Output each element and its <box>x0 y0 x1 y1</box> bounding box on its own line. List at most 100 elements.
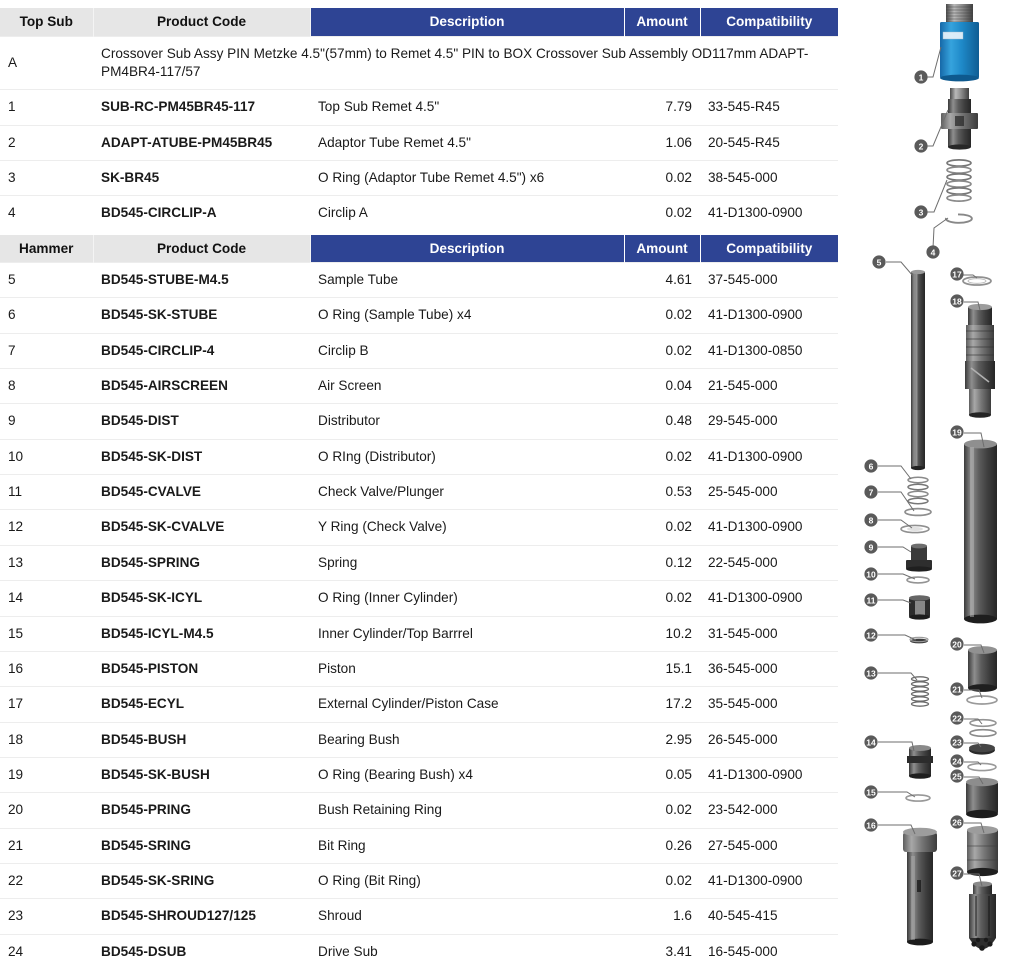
cell-compatibility: 41-D1300-0900 <box>700 509 838 546</box>
cell-description: Drive Sub <box>310 933 624 961</box>
table-row[interactable]: 15 BD545-ICYL-M4.5 Inner Cylinder/Top Barr… <box>0 615 838 652</box>
table-row[interactable]: 18 BD545-BUSH Bearing Bush 2.95 26-545-000 <box>0 721 838 758</box>
cell-product-code: BD545-PISTON <box>93 650 310 687</box>
callout-13: 13 <box>866 668 876 678</box>
cell-amount: 0.26 <box>624 827 700 864</box>
cell-product-code: BD545-ECYL <box>93 686 310 723</box>
callout-6: 6 <box>869 461 874 471</box>
callout-17: 17 <box>952 269 962 279</box>
table-row[interactable]: 7 BD545-CIRCLIP-4 Circlip B 0.02 41-D1300-08… <box>0 332 838 369</box>
table-row[interactable]: A Crossover Sub Assy PIN Metzke 4.5"(57mm… <box>0 35 838 90</box>
cell-compatibility: 33-545-R45 <box>700 89 838 126</box>
cell-amount: 0.12 <box>624 544 700 581</box>
part-6-o-rings-sample-tube <box>907 476 929 505</box>
table-row[interactable]: 5 BD545-STUBE-M4.5 Sample Tube 4.61 37-545-0… <box>0 262 838 298</box>
part-15-o-ring-inner-cylinder <box>905 794 931 802</box>
table-row[interactable]: 23 BD545-SHROUD127/125 Shroud 1.6 40-545-415 <box>0 898 838 935</box>
cell-item-number: 5 <box>0 262 93 298</box>
part-2-top-sub <box>941 88 978 150</box>
table-row[interactable]: 4 BD545-CIRCLIP-A Circlip A 0.02 41-D1300-09… <box>0 195 838 231</box>
table-row[interactable]: 13 BD545-SPRING Spring 0.12 22-545-000 <box>0 544 838 581</box>
callout-21: 21 <box>952 684 962 694</box>
cell-description: Bush Retaining Ring <box>310 792 624 829</box>
table-row[interactable]: 20 BD545-PRING Bush Retaining Ring 0.02 23-5… <box>0 792 838 829</box>
cell-compatibility: 41-D1300-0900 <box>700 756 838 793</box>
table-row[interactable]: 14 BD545-SK-ICYL O Ring (Inner Cylinder) 0.… <box>0 580 838 616</box>
cell-item-number: 16 <box>0 650 93 687</box>
cell-description: Shroud <box>310 898 624 935</box>
cell-item-number: 4 <box>0 195 93 231</box>
cell-amount: 4.61 <box>624 262 700 298</box>
table-row[interactable]: 24 BD545-DSUB Drive Sub 3.41 16-545-000 <box>0 933 838 961</box>
table-row[interactable]: 10 BD545-SK-DIST O RIng (Distributor) 0.02 4… <box>0 438 838 475</box>
cell-description: O Ring (Adaptor Tube Remet 4.5") x6 <box>310 159 624 196</box>
callout-16: 16 <box>866 820 876 830</box>
table-row[interactable]: 6 BD545-SK-STUBE O Ring (Sample Tube) x4 0.… <box>0 297 838 334</box>
callout-2: 2 <box>919 141 924 151</box>
table-row[interactable]: 1 SUB-RC-PM45BR45-117 Top Sub Remet 4.5" 7.… <box>0 89 838 126</box>
part-11-check-valve <box>909 595 930 620</box>
table-row[interactable]: 16 BD545-PISTON Piston 15.1 36-545-000 <box>0 650 838 687</box>
callout-10: 10 <box>866 569 876 579</box>
table-row[interactable]: 2 ADAPT-ATUBE-PM45BR45 Adaptor Tube Remet … <box>0 124 838 161</box>
cell-item-number: 13 <box>0 544 93 581</box>
cell-description: Circlip B <box>310 332 624 369</box>
table-row[interactable]: 17 BD545-ECYL External Cylinder/Piston Cas… <box>0 686 838 723</box>
cell-item-number: 15 <box>0 615 93 652</box>
cell-product-code: ADAPT-ATUBE-PM45BR45 <box>93 124 310 161</box>
cell-product-code: BD545-SK-DIST <box>93 438 310 475</box>
table-row[interactable]: 21 BD545-SRING Bit Ring 0.26 27-545-000 <box>0 827 838 864</box>
table-row[interactable]: 22 BD545-SK-SRING O Ring (Bit Ring) 0.02 41-… <box>0 862 838 899</box>
parts-table-container: Top Sub Product Code Description Amount Comp… <box>0 8 838 961</box>
cell-description: Adaptor Tube Remet 4.5" <box>310 124 624 161</box>
part-10-o-ring-distributor <box>906 576 930 584</box>
cell-item-number: 20 <box>0 792 93 829</box>
cell-item-number: 9 <box>0 403 93 440</box>
cell-amount: 3.41 <box>624 933 700 961</box>
cell-description: Air Screen <box>310 368 624 404</box>
table-row[interactable]: 9 BD545-DIST Distributor 0.48 29-545-000 <box>0 403 838 440</box>
callout-3: 3 <box>919 207 924 217</box>
cell-description: Bearing Bush <box>310 721 624 758</box>
cell-item-number: 11 <box>0 474 93 510</box>
callout-1: 1 <box>919 72 924 82</box>
part-4-circlip-a <box>944 213 973 224</box>
cell-amount: 0.53 <box>624 474 700 510</box>
part-18-bearing-bush <box>965 303 995 418</box>
callout-23: 23 <box>952 737 962 747</box>
cell-item-number: 19 <box>0 756 93 793</box>
cell-compatibility: 41-D1300-0900 <box>700 580 838 616</box>
table-row[interactable]: 11 BD545-CVALVE Check Valve/Plunger 0.53 25-… <box>0 474 838 510</box>
cell-product-code: BD545-BUSH <box>93 721 310 758</box>
cell-product-code: BD545-CVALVE <box>93 474 310 510</box>
cell-product-code: BD545-SK-SRING <box>93 862 310 899</box>
cell-product-code: BD545-ICYL-M4.5 <box>93 615 310 652</box>
table-row[interactable]: 3 SK-BR45 O Ring (Adaptor Tube Remet 4.5")… <box>0 159 838 196</box>
table-row[interactable]: 19 BD545-SK-BUSH O Ring (Bearing Bush) x4 0… <box>0 756 838 793</box>
table-row[interactable]: 8 BD545-AIRSCREEN Air Screen 0.04 21-545-000 <box>0 368 838 404</box>
callout-25: 25 <box>952 771 962 781</box>
cell-product-code: BD545-DIST <box>93 403 310 440</box>
cell-amount: 0.02 <box>624 509 700 546</box>
part-14-inner-cylinder <box>907 745 933 779</box>
cell-compatibility: 22-545-000 <box>700 544 838 581</box>
cell-compatibility: 41-D1300-0900 <box>700 195 838 231</box>
cell-product-code: BD545-SK-ICYL <box>93 580 310 616</box>
cell-amount: 0.02 <box>624 862 700 899</box>
cell-item-number: 1 <box>0 89 93 126</box>
cell-compatibility: 21-545-000 <box>700 368 838 404</box>
callout-9: 9 <box>869 542 874 552</box>
callout-7: 7 <box>869 487 874 497</box>
cell-product-code: BD545-CIRCLIP-A <box>93 195 310 231</box>
callout-27: 27 <box>952 868 962 878</box>
table-row[interactable]: 12 BD545-SK-CVALVE Y Ring (Check Valve) 0.0… <box>0 509 838 546</box>
cell-product-code: BD545-SRING <box>93 827 310 864</box>
cell-item-number: 18 <box>0 721 93 758</box>
part-22-o-ring-bit-ring <box>969 718 997 738</box>
cell-compatibility: 38-545-000 <box>700 159 838 196</box>
callout-26: 26 <box>952 817 962 827</box>
cell-compatibility: 41-D1300-0850 <box>700 332 838 369</box>
header-cell-compatibility: Compatibility <box>700 8 838 36</box>
cell-item-number: 12 <box>0 509 93 546</box>
cell-product-code: BD545-SPRING <box>93 544 310 581</box>
